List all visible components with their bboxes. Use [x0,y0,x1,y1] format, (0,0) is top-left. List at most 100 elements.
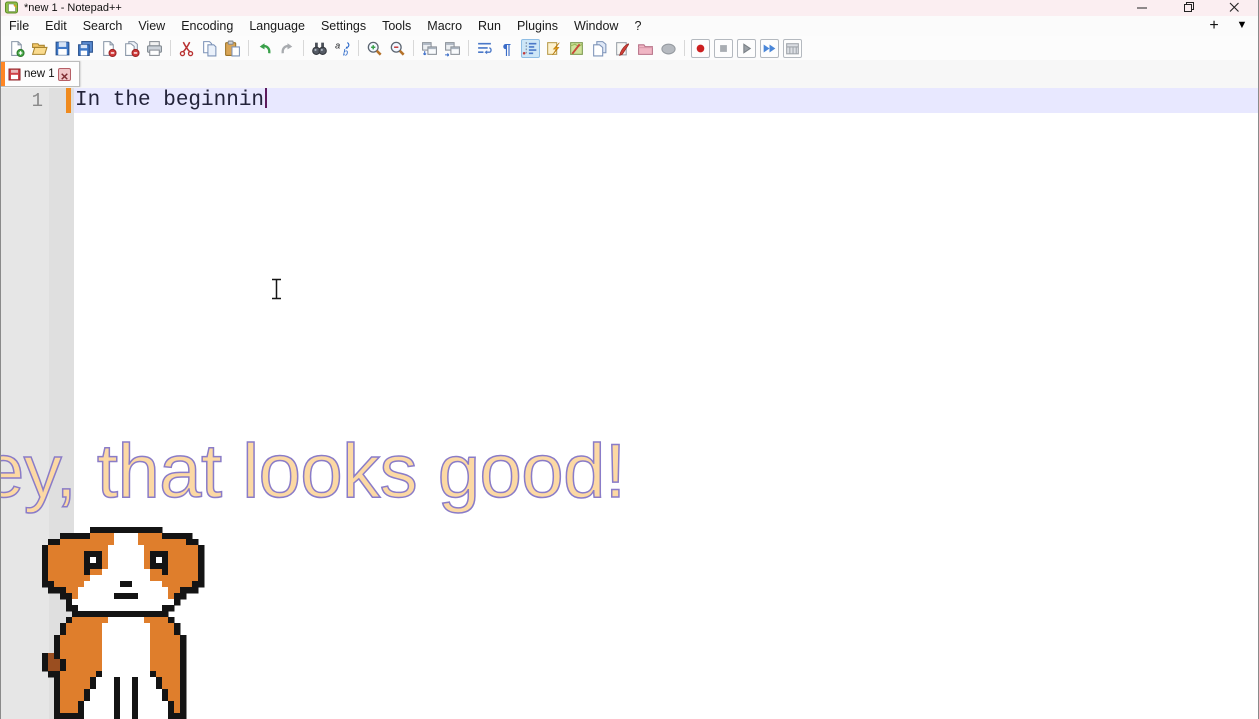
document-edit-icon [616,41,630,56]
show-all-characters-icon: ¶ [503,41,511,56]
line-text: In the beginnin [75,89,265,112]
menu-item-file[interactable]: File [1,16,37,36]
menu-item-language[interactable]: Language [241,16,313,36]
menu-item-help[interactable]: ? [626,16,649,36]
toolbar-separator [170,40,171,56]
document-list-button[interactable] [590,39,609,58]
new-file-button[interactable] [7,39,26,58]
menu-item-search[interactable]: Search [75,16,131,36]
cut-icon [179,41,194,56]
zoom-in-icon [367,41,382,56]
menu-item-window[interactable]: Window [566,16,626,36]
menubar: File Edit Search View Encoding Language Settin… [1,16,1258,37]
copy-icon [203,40,217,56]
monitoring-button[interactable] [659,39,678,58]
new-tab-button[interactable]: + [1205,16,1223,35]
tab-list-button[interactable]: ▼ [1233,16,1251,35]
close-file-icon [103,40,117,57]
open-file-button[interactable] [30,39,49,58]
save-file-button[interactable] [53,39,72,58]
show-all-characters-button[interactable]: ¶ [498,39,517,58]
save-all-icon [78,40,93,56]
function-list-icon [547,41,560,55]
undo-icon [259,42,271,53]
minimize-button[interactable] [1119,0,1165,16]
maximize-button[interactable] [1165,0,1211,16]
zoom-in-button[interactable] [365,39,384,58]
maximize-icon [1184,2,1194,12]
stop-record-macro-icon [720,44,727,52]
menu-item-macro[interactable]: Macro [419,16,470,36]
function-list-button[interactable] [544,39,563,58]
titlebar: *new 1 - Notepad++ [0,0,1259,16]
cut-button[interactable] [177,39,196,58]
sync-scroll-horizontal-button[interactable] [443,39,462,58]
undo-button[interactable] [255,39,274,58]
playback-macro-icon [743,42,752,54]
paste-icon [225,40,240,56]
window-controls [1119,0,1257,16]
document-edit-button[interactable] [613,39,632,58]
svg-text:b: b [343,47,348,57]
notepad-plus-plus-icon [5,1,18,14]
save-file-icon [55,41,70,55]
window-border-left [0,0,1,719]
toolbar-separator [303,40,304,56]
document-map-icon [570,41,583,55]
overlay-message: ey, that looks good! [0,428,627,515]
close-file-button[interactable] [99,39,118,58]
print-icon [147,40,162,56]
toolbar-separator [358,40,359,56]
playback-macro-button[interactable] [737,38,756,58]
text-caret [265,88,268,108]
toolbar-separator [413,40,414,56]
toolbar-separator [468,40,469,56]
sync-scroll-horizontal-icon [445,41,460,57]
stop-record-macro-button[interactable] [714,38,733,58]
line-number: 1 [31,90,43,112]
menu-item-run[interactable]: Run [470,16,509,36]
redo-button[interactable] [278,39,297,58]
run-macro-multiple-times-button[interactable] [760,38,779,58]
menu-item-encoding[interactable]: Encoding [173,16,241,36]
save-all-button[interactable] [76,39,95,58]
sync-scroll-vertical-button[interactable] [420,39,439,58]
start-record-macro-button[interactable] [691,38,710,58]
save-recorded-macro-button[interactable] [783,38,802,58]
close-all-button[interactable] [122,39,141,58]
document-map-button[interactable] [567,39,586,58]
run-macro-multiple-times-icon [763,43,776,53]
document-list-icon [593,40,607,56]
menu-item-plugins[interactable]: Plugins [509,16,566,36]
paste-button[interactable] [223,39,242,58]
replace-button[interactable]: ab [333,39,352,58]
replace-icon: ab [335,40,350,57]
find-button[interactable] [310,39,329,58]
copy-button[interactable] [200,39,219,58]
toolbar-separator [684,40,685,56]
unsaved-floppy-icon [8,68,21,81]
menu-item-view[interactable]: View [130,16,173,36]
zoom-out-button[interactable] [388,39,407,58]
folder-as-workspace-icon [638,43,653,55]
show-indent-guide-button[interactable] [521,38,540,58]
tab-close-button[interactable] [58,68,71,81]
tab-new-1[interactable]: new 1 [1,61,80,87]
show-indent-guide-icon [522,41,537,55]
redo-icon [281,42,293,53]
toolbar: a b ¶ [1,36,1258,60]
svg-text:¶: ¶ [503,41,511,56]
change-history-marker [66,88,71,113]
close-button[interactable] [1211,0,1257,16]
menu-item-tools[interactable]: Tools [374,16,419,36]
word-wrap-icon [478,42,492,54]
print-button[interactable] [145,39,164,58]
sync-scroll-vertical-icon [422,41,437,55]
word-wrap-button[interactable] [475,39,494,58]
tabbar: new 1 [1,60,1258,88]
folder-as-workspace-button[interactable] [636,39,655,58]
editor-text-line[interactable]: In the beginnin [75,88,268,113]
menu-item-edit[interactable]: Edit [37,16,75,36]
mouse-cursor-i-beam [272,278,281,300]
menu-item-settings[interactable]: Settings [313,16,374,36]
